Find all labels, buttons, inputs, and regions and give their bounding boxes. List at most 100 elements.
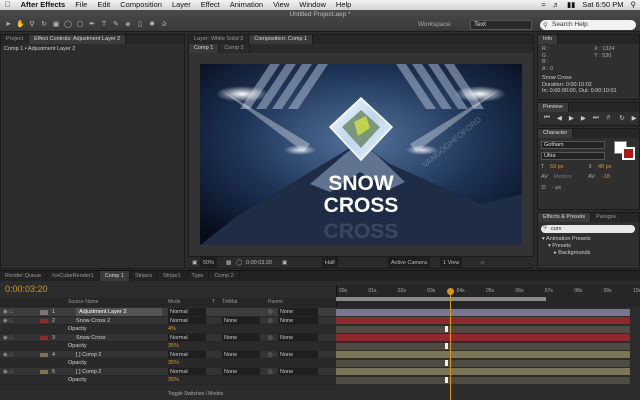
kerning-value[interactable]: Metrics [554, 174, 572, 180]
label-color[interactable] [40, 369, 48, 374]
tab-preview[interactable]: Preview [538, 103, 569, 112]
keyframe-track[interactable] [336, 359, 630, 367]
resolution-select[interactable]: Half [322, 257, 338, 269]
volume-icon[interactable]: ♬ [552, 0, 560, 10]
property-name[interactable]: Opacity [68, 342, 87, 350]
camera-select[interactable]: Active Camera [388, 257, 431, 269]
tab-effects-presets[interactable]: Effects & Presets [538, 213, 592, 222]
apple-icon[interactable]:  [0, 0, 16, 10]
roto-brush-icon[interactable]: ✹ [148, 21, 156, 29]
clock[interactable]: Sat 6:50 PM [582, 0, 623, 10]
menu-effect[interactable]: Effect [196, 0, 225, 10]
layer-name[interactable]: Adjustment Layer 2 [76, 308, 162, 316]
menu-window[interactable]: Window [294, 0, 331, 10]
font-family-select[interactable]: Gotham [541, 141, 605, 149]
menu-view[interactable]: View [268, 0, 294, 10]
property-value[interactable]: 35% [168, 342, 179, 350]
keyframe-marker[interactable] [445, 360, 448, 366]
menu-layer[interactable]: Layer [167, 0, 196, 10]
tab-icecuberender1[interactable]: IceCubeRender1 [47, 271, 100, 281]
visibility-icon[interactable]: ◉ □ [3, 308, 13, 316]
layer-duration-bar[interactable] [336, 351, 630, 359]
selection-tool-icon[interactable]: ➤ [4, 21, 12, 29]
tab-comp-1[interactable]: Comp 1 [189, 44, 220, 53]
label-color[interactable] [40, 378, 48, 383]
hand-tool-icon[interactable]: ✋ [16, 21, 25, 29]
puppet-tool-icon[interactable]: ✰ [160, 21, 168, 29]
tab-comp-2[interactable]: Comp 2 [219, 44, 250, 53]
trkmat-select[interactable]: None [222, 350, 260, 359]
label-color[interactable] [40, 344, 48, 349]
workspace-select[interactable]: Text [470, 20, 532, 30]
keyframe-marker[interactable] [445, 326, 448, 332]
parent-pickwhip-icon[interactable]: ◎ [268, 317, 273, 325]
composition-viewer[interactable]: SNOW CROSS CROSS VANGOGHFOFORD [200, 64, 522, 245]
visibility-icon[interactable]: ◉ □ [3, 351, 13, 359]
layer-duration-bar[interactable] [336, 317, 630, 325]
playhead-handle[interactable] [446, 288, 454, 295]
views-select[interactable]: 1 View [440, 257, 463, 269]
always-preview-icon[interactable]: ▣ [192, 257, 197, 269]
pen-tool-icon[interactable]: ✒ [88, 21, 96, 29]
tab-render-queue[interactable]: Render Queue [0, 271, 48, 281]
wifi-icon[interactable]: ≈ [541, 0, 545, 10]
property-row[interactable]: Opacity 35% [0, 376, 336, 385]
visibility-icon[interactable]: ◉ □ [3, 368, 13, 376]
leading-value[interactable]: 48 px [598, 164, 611, 170]
property-row[interactable]: Opacity 35% [0, 342, 336, 351]
property-name[interactable]: Opacity [68, 376, 87, 384]
zoom-select[interactable]: 50% [200, 257, 218, 269]
label-color[interactable] [40, 310, 48, 315]
clone-tool-icon[interactable]: ◈ [124, 21, 132, 29]
menu-edit[interactable]: Edit [92, 0, 115, 10]
property-value[interactable]: 35% [168, 359, 179, 367]
mask-tool-icon[interactable]: ▢ [76, 21, 84, 29]
tab-character[interactable]: Character [538, 129, 574, 138]
property-name[interactable]: Opacity [68, 359, 87, 367]
property-value[interactable]: 4% [168, 325, 176, 333]
rotate-tool-icon[interactable]: ↻ [40, 21, 48, 29]
trkmat-select[interactable]: None [222, 333, 260, 342]
loop-icon[interactable]: ↻ [619, 114, 624, 122]
parent-select[interactable]: None [278, 333, 318, 342]
exposure-icon[interactable]: ☼ [480, 257, 485, 269]
camera-icon[interactable]: ▣ [282, 257, 287, 269]
safe-zones-icon[interactable]: ▩ [226, 257, 231, 269]
tree-backgrounds[interactable]: ▸ Backgrounds [542, 250, 591, 257]
layer-duration-bar[interactable] [336, 334, 630, 342]
tab-info[interactable]: Info [538, 35, 559, 44]
property-row[interactable]: Opacity 35% [0, 359, 336, 368]
camera-tool-icon[interactable]: ▣ [52, 21, 60, 29]
parent-pickwhip-icon[interactable]: ◎ [268, 334, 273, 342]
prev-frame-icon[interactable]: ◀ [557, 114, 562, 122]
visibility-icon[interactable]: ◉ □ [3, 317, 13, 325]
tab-effect-controls[interactable]: Effect Controls: Adjustment Layer 2 [29, 35, 127, 44]
trkmat-select[interactable]: None [222, 367, 260, 376]
label-color[interactable] [40, 327, 48, 332]
text-tool-icon[interactable]: T [100, 21, 108, 29]
last-frame-icon[interactable]: ⏭ [593, 114, 599, 122]
menu-composition[interactable]: Composition [115, 0, 167, 10]
ram-preview-icon[interactable]: ▶ [632, 114, 637, 122]
snapshot-icon[interactable]: ◯ [236, 257, 242, 269]
label-color[interactable] [40, 361, 48, 366]
parent-pickwhip-icon[interactable]: ◎ [268, 368, 273, 376]
tab-project[interactable]: Project [1, 35, 30, 44]
play-icon[interactable]: ▶ [569, 114, 574, 122]
tab-stripes[interactable]: Stripes [130, 271, 159, 281]
layer-row[interactable]: ◉ □ 5 [ ] Comp 2 Normal None ◎ None [0, 367, 336, 376]
mode-select[interactable]: Normal [168, 367, 206, 376]
eraser-tool-icon[interactable]: ▯ [136, 21, 144, 29]
layer-row[interactable]: ◉ □ 3 Snow Cross Normal None ◎ None [0, 333, 336, 342]
mode-select[interactable]: Normal [168, 308, 206, 316]
tree-animation-presets[interactable]: ▾ Animation Presets [542, 236, 591, 243]
menu-animation[interactable]: Animation [225, 0, 268, 10]
stroke-width-value[interactable]: - px [552, 185, 561, 191]
tracking-value[interactable]: -18 [602, 174, 610, 180]
tree-presets[interactable]: ▾ Presets [542, 243, 591, 250]
layer-name[interactable]: Snow Cross 2 [76, 317, 110, 325]
keyframe-marker[interactable] [445, 377, 448, 383]
layer-row[interactable]: ◉ □ 4 [ ] Comp 2 Normal None ◎ None [0, 350, 336, 359]
layer-row[interactable]: ◉ □ 1 Adjustment Layer 2 Normal ◎ None [0, 308, 336, 317]
visibility-icon[interactable]: ◉ □ [3, 334, 13, 342]
